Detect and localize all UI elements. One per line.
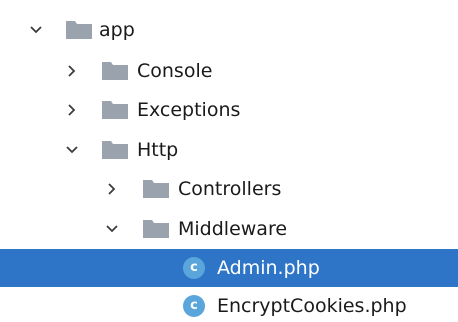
tree-item-app[interactable]: app bbox=[0, 11, 458, 49]
tree-item-label: Controllers bbox=[178, 178, 282, 200]
tree-item-encryptcookies-php[interactable]: c EncryptCookies.php bbox=[0, 287, 458, 322]
tree-item-middleware[interactable]: Middleware bbox=[0, 210, 458, 248]
folder-icon bbox=[102, 62, 128, 80]
folder-icon bbox=[143, 180, 169, 198]
tree-item-admin-php[interactable]: c Admin.php bbox=[0, 249, 458, 287]
tree-item-label: EncryptCookies.php bbox=[217, 295, 407, 317]
tree-item-controllers[interactable]: Controllers bbox=[0, 170, 458, 208]
folder-icon bbox=[102, 141, 128, 159]
chevron-right-icon[interactable] bbox=[64, 102, 80, 118]
chevron-right-icon[interactable] bbox=[104, 181, 120, 197]
folder-icon bbox=[143, 220, 169, 238]
tree-item-label: Middleware bbox=[178, 218, 288, 240]
php-class-icon: c bbox=[183, 295, 205, 317]
folder-icon bbox=[66, 21, 92, 39]
chevron-down-icon[interactable] bbox=[104, 221, 120, 237]
tree-item-label: Admin.php bbox=[217, 257, 320, 279]
tree-item-label: Http bbox=[137, 139, 179, 161]
tree-item-console[interactable]: Console bbox=[0, 52, 458, 90]
tree-item-http[interactable]: Http bbox=[0, 131, 458, 169]
tree-item-exceptions[interactable]: Exceptions bbox=[0, 91, 458, 129]
tree-item-label: Console bbox=[137, 60, 213, 82]
tree-item-label: app bbox=[99, 19, 135, 41]
chevron-right-icon[interactable] bbox=[64, 63, 80, 79]
project-file-tree: app Console Exceptions Http Controllers … bbox=[0, 0, 458, 322]
php-class-icon: c bbox=[183, 257, 205, 279]
folder-icon bbox=[102, 101, 128, 119]
tree-item-label: Exceptions bbox=[137, 99, 241, 121]
chevron-down-icon[interactable] bbox=[64, 142, 80, 158]
chevron-down-icon[interactable] bbox=[28, 22, 44, 38]
